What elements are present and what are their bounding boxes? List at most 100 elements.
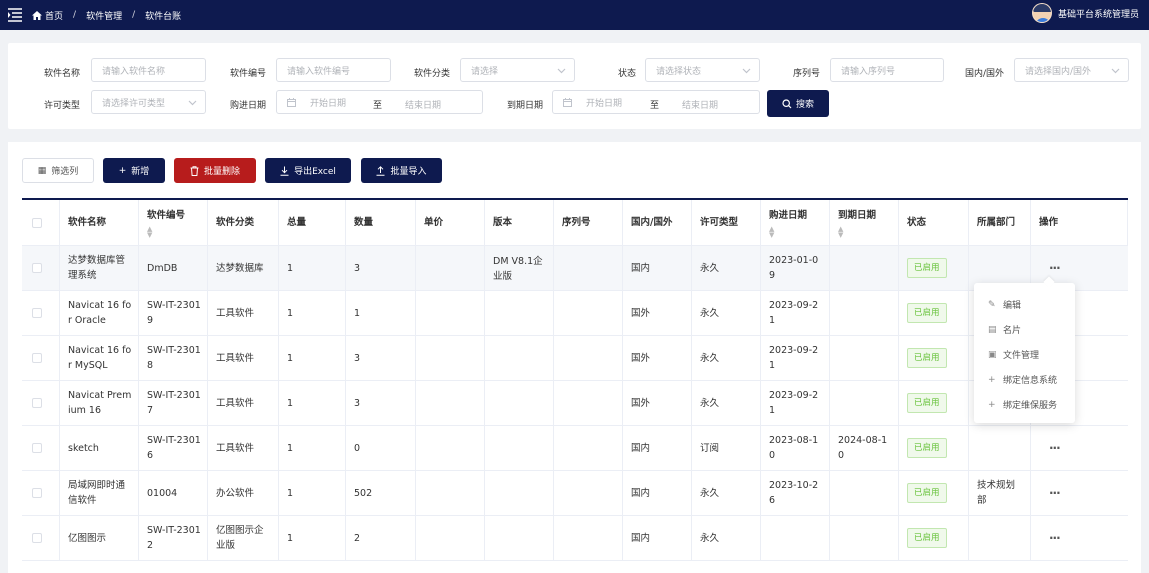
cell-text: 1 [287,487,294,499]
cell-version [485,426,554,470]
cell-total: 1 [279,246,346,290]
serial-input[interactable]: 请输入序列号 [830,58,944,82]
menu-toggle-icon[interactable] [2,0,28,30]
domestic-select[interactable]: 请选择国内/国外 [1014,58,1129,82]
software-code-input[interactable]: 请输入软件编号 [276,58,391,82]
category-select[interactable]: 请选择 [460,58,575,82]
cell-price [416,381,485,425]
column-header-label: 购进日期 [769,209,808,221]
breadcrumb-separator: / [132,10,136,20]
status-badge: 已启用 [907,258,947,278]
menu-item-card[interactable]: ▤ 名片 [988,323,1022,337]
expire-end-placeholder: 结束日期 [682,101,719,111]
chevron-down-icon [188,100,197,106]
cell-text: 办公软件 [216,487,255,499]
row-checkbox[interactable] [32,353,42,363]
table-row: 达梦数据库管理系统 DmDB 达梦数据库 1 3 DM V8.1企业版 国内 永久 2023-0… [22,246,1128,291]
cell-qty: 3 [346,336,416,380]
cell-text: 2 [354,532,361,544]
cell-purchase: 2023-01-09 [761,246,830,290]
cell-price [416,471,485,515]
label-license: 许可类型 [44,101,81,111]
column-header[interactable]: 到期日期 ▲ ▼ [830,200,899,245]
cell-text: 工具软件 [216,442,255,454]
software-name-input[interactable]: 请输入软件名称 [91,58,206,82]
cell-text: SW-IT-23017 [147,390,201,416]
sort-icon[interactable]: ▲ ▼ [838,225,843,238]
cell-serial [554,336,623,380]
menu-item-bind-maintenance[interactable]: + 绑定维保服务 [988,398,1057,412]
edit-icon: ✎ [988,299,996,310]
batch-delete-button[interactable]: 批量删除 [174,158,256,183]
cell-version [485,336,554,380]
cell-text: 局域网即时通信软件 [68,480,126,506]
user-menu[interactable]: 基础平台系统管理员 [1031,3,1139,23]
column-header[interactable]: 软件编号 ▲ ▼ [139,200,208,245]
license-placeholder: 请选择许可类型 [102,98,166,109]
more-actions-icon[interactable]: ··· [1049,531,1061,546]
chevron-down-icon [557,68,566,74]
cell-expire [830,246,899,290]
cell-text: 永久 [700,397,720,409]
cell-text: 3 [354,352,361,364]
add-button[interactable]: + 新增 [103,158,165,183]
cell-total: 1 [279,291,346,335]
header-checkbox-cell [22,200,60,245]
cell-serial [554,426,623,470]
breadcrumb-software-mgmt[interactable]: 软件管理 [86,9,122,22]
column-header[interactable]: 购进日期 ▲ ▼ [761,200,830,245]
menu-item-file-manage[interactable]: ▣ 文件管理 [988,348,1039,362]
cell-text: 1 [287,307,294,319]
cell-status: 已启用 [899,381,969,425]
cell-purchase: 2023-09-21 [761,381,830,425]
select-all-checkbox[interactable] [32,217,42,228]
chevron-down-icon [742,68,751,74]
menu-item-label: 名片 [1003,326,1022,336]
cell-text: 永久 [700,262,720,274]
category-placeholder: 请选择 [471,66,499,77]
cell-text: 国外 [631,352,651,364]
label-expire-date: 到期日期 [507,101,544,111]
breadcrumb-home[interactable]: 首页 [32,9,63,22]
label-software-code: 软件编号 [230,69,267,79]
row-checkbox[interactable] [32,533,42,543]
cell-code: SW-IT-23019 [139,291,208,335]
cell-category: 办公软件 [208,471,279,515]
row-checkbox[interactable] [32,398,42,408]
status-badge: 已启用 [907,393,947,413]
row-checkbox[interactable] [32,488,42,498]
more-actions-icon[interactable]: ··· [1049,261,1061,276]
column-header-label: 序列号 [562,217,591,228]
batch-import-button[interactable]: 批量导入 [361,158,442,183]
cell-domestic: 国内 [623,516,692,560]
cell-text: 工具软件 [216,397,255,409]
sort-icon[interactable]: ▲ ▼ [147,225,152,238]
label-serial: 序列号 [793,69,821,79]
breadcrumb: 首页 / 软件管理 / 软件台账 [32,9,181,22]
cell-category: 工具软件 [208,291,279,335]
row-checkbox-cell [22,246,60,290]
export-excel-label: 导出Excel [294,167,336,177]
cell-text: 国内 [631,442,651,454]
sort-icon[interactable]: ▲ ▼ [769,225,774,238]
license-select[interactable]: 请选择许可类型 [91,90,206,114]
table-row: Navicat 16 for Oracle SW-IT-23019 工具软件 1 1 国外… [22,291,1128,336]
cell-name: Navicat Premium 16 [60,381,139,425]
purchase-start-placeholder: 开始日期 [310,98,347,109]
cell-text: 达梦数据库管理系统 [68,255,126,281]
row-checkbox[interactable] [32,263,42,273]
menu-item-edit[interactable]: ✎ 编辑 [988,298,1021,312]
menu-item-bind-system[interactable]: + 绑定信息系统 [988,373,1057,387]
row-checkbox[interactable] [32,443,42,453]
more-actions-icon[interactable]: ··· [1049,486,1061,501]
more-actions-icon[interactable]: ··· [1049,441,1061,456]
status-select[interactable]: 请选择状态 [645,58,760,82]
label-status: 状态 [618,69,637,79]
search-button[interactable]: 搜索 [767,90,829,117]
filter-columns-button[interactable]: ▦ 筛选列 [22,158,94,183]
export-excel-button[interactable]: 导出Excel [265,158,351,183]
label-domestic: 国内/国外 [965,69,1005,79]
cell-code: SW-IT-23017 [139,381,208,425]
cell-code: DmDB [139,246,208,290]
row-checkbox[interactable] [32,308,42,318]
